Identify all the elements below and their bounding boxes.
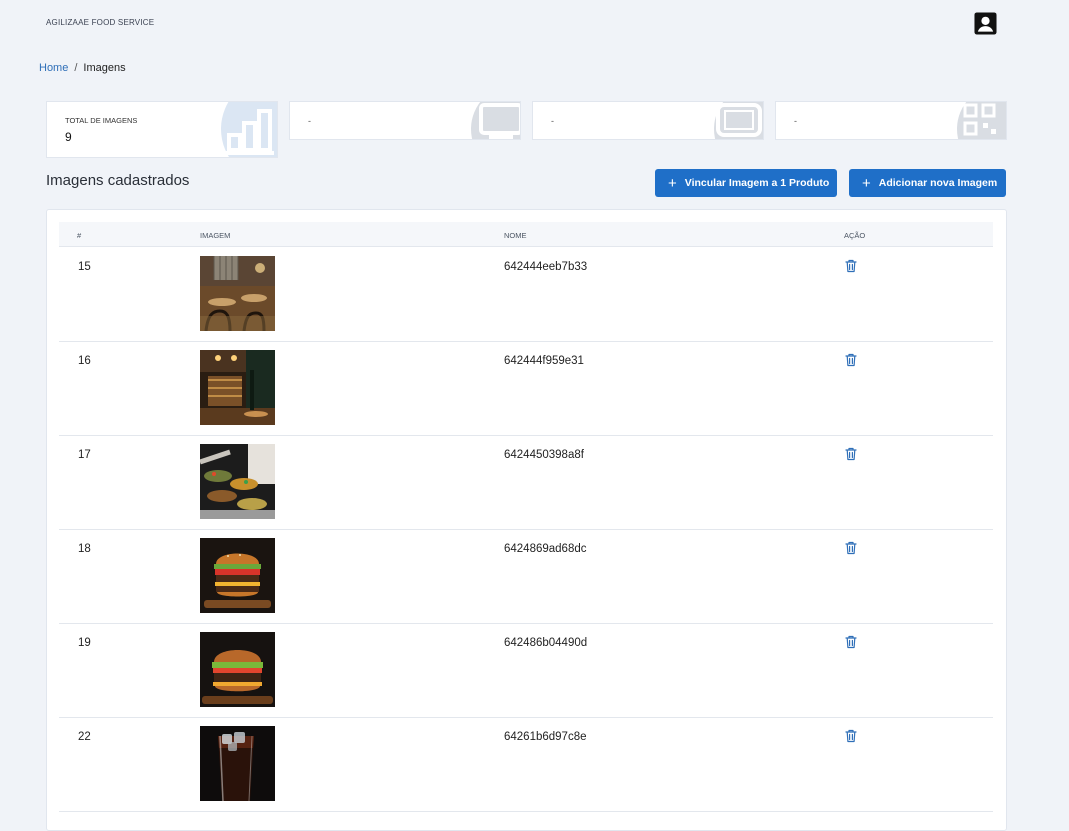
breadcrumb-home-link[interactable]: Home [39, 62, 68, 74]
table-row: 18 6424869ad68dc [59, 529, 993, 624]
table-row: 22 64261b6d97c8e [59, 717, 993, 812]
trash-icon[interactable] [845, 353, 857, 367]
stat-card-2: - [289, 101, 521, 140]
monitor-icon [471, 102, 520, 139]
add-new-image-button[interactable]: + Adicionar nova Imagem [849, 169, 1006, 197]
row-id: 18 [78, 543, 91, 555]
row-id: 16 [78, 355, 91, 367]
table-row: 17 6424450398a8f [59, 435, 993, 530]
chart-bars-icon [221, 102, 277, 157]
row-id: 17 [78, 449, 91, 461]
row-id: 15 [78, 261, 91, 273]
food-buffet-thumbnail [200, 444, 275, 519]
column-header-id: # [77, 231, 82, 240]
stat-card-total-images: TOTAL DE IMAGENS 9 [46, 101, 278, 158]
row-name: 642486b04490d [504, 637, 588, 649]
burger-thumbnail [200, 538, 275, 613]
images-table: # IMAGEM NOME AÇÃO 15 642444eeb7b33 16 6… [46, 209, 1007, 831]
user-account-icon[interactable] [974, 12, 997, 35]
tablet-icon [714, 102, 763, 139]
breadcrumb-separator: / [74, 62, 78, 74]
stat-label: - [308, 116, 311, 126]
cola-glass-thumbnail [200, 726, 275, 801]
table-row: 15 642444eeb7b33 [59, 247, 993, 342]
column-header-name: NOME [504, 231, 527, 240]
column-header-image: IMAGEM [200, 231, 231, 240]
restaurant-bar-thumbnail [200, 350, 275, 425]
stat-card-4: - [775, 101, 1007, 140]
trash-icon[interactable] [845, 729, 857, 743]
burger-thumbnail [200, 632, 275, 707]
stat-value: 9 [65, 130, 72, 144]
table-row: 16 642444f959e31 [59, 341, 993, 436]
column-header-action: AÇÃO [844, 231, 866, 240]
stat-label: - [551, 116, 554, 126]
stat-label: TOTAL DE IMAGENS [65, 116, 138, 125]
row-name: 642444f959e31 [504, 355, 584, 367]
restaurant-interior-thumbnail [200, 256, 275, 331]
row-id: 22 [78, 731, 91, 743]
row-id: 19 [78, 637, 91, 649]
section-title: Imagens cadastrados [46, 172, 190, 189]
stat-card-3: - [532, 101, 764, 140]
trash-icon[interactable] [845, 541, 857, 555]
button-label: Vincular Imagem a 1 Produto [684, 177, 830, 189]
plus-icon: + [668, 174, 677, 192]
table-header: # IMAGEM NOME AÇÃO [59, 222, 993, 247]
plus-icon: + [862, 174, 871, 192]
trash-icon[interactable] [845, 447, 857, 461]
button-label: Adicionar nova Imagem [878, 177, 998, 189]
breadcrumb-current: Imagens [83, 62, 126, 74]
row-name: 6424450398a8f [504, 449, 584, 461]
row-name: 6424869ad68dc [504, 543, 587, 555]
trash-icon[interactable] [845, 259, 857, 273]
breadcrumb: Home / Imagens [39, 62, 126, 74]
trash-icon[interactable] [845, 635, 857, 649]
brand-name: AGILIZAAE FOOD SERVICE [46, 18, 155, 27]
top-bar: AGILIZAAE FOOD SERVICE [0, 0, 1069, 46]
row-name: 642444eeb7b33 [504, 261, 588, 273]
table-row: 19 642486b04490d [59, 623, 993, 718]
qrcode-icon [957, 102, 1006, 139]
row-name: 64261b6d97c8e [504, 731, 587, 743]
stat-label: - [794, 116, 797, 126]
link-image-to-product-button[interactable]: + Vincular Imagem a 1 Produto [655, 169, 837, 197]
